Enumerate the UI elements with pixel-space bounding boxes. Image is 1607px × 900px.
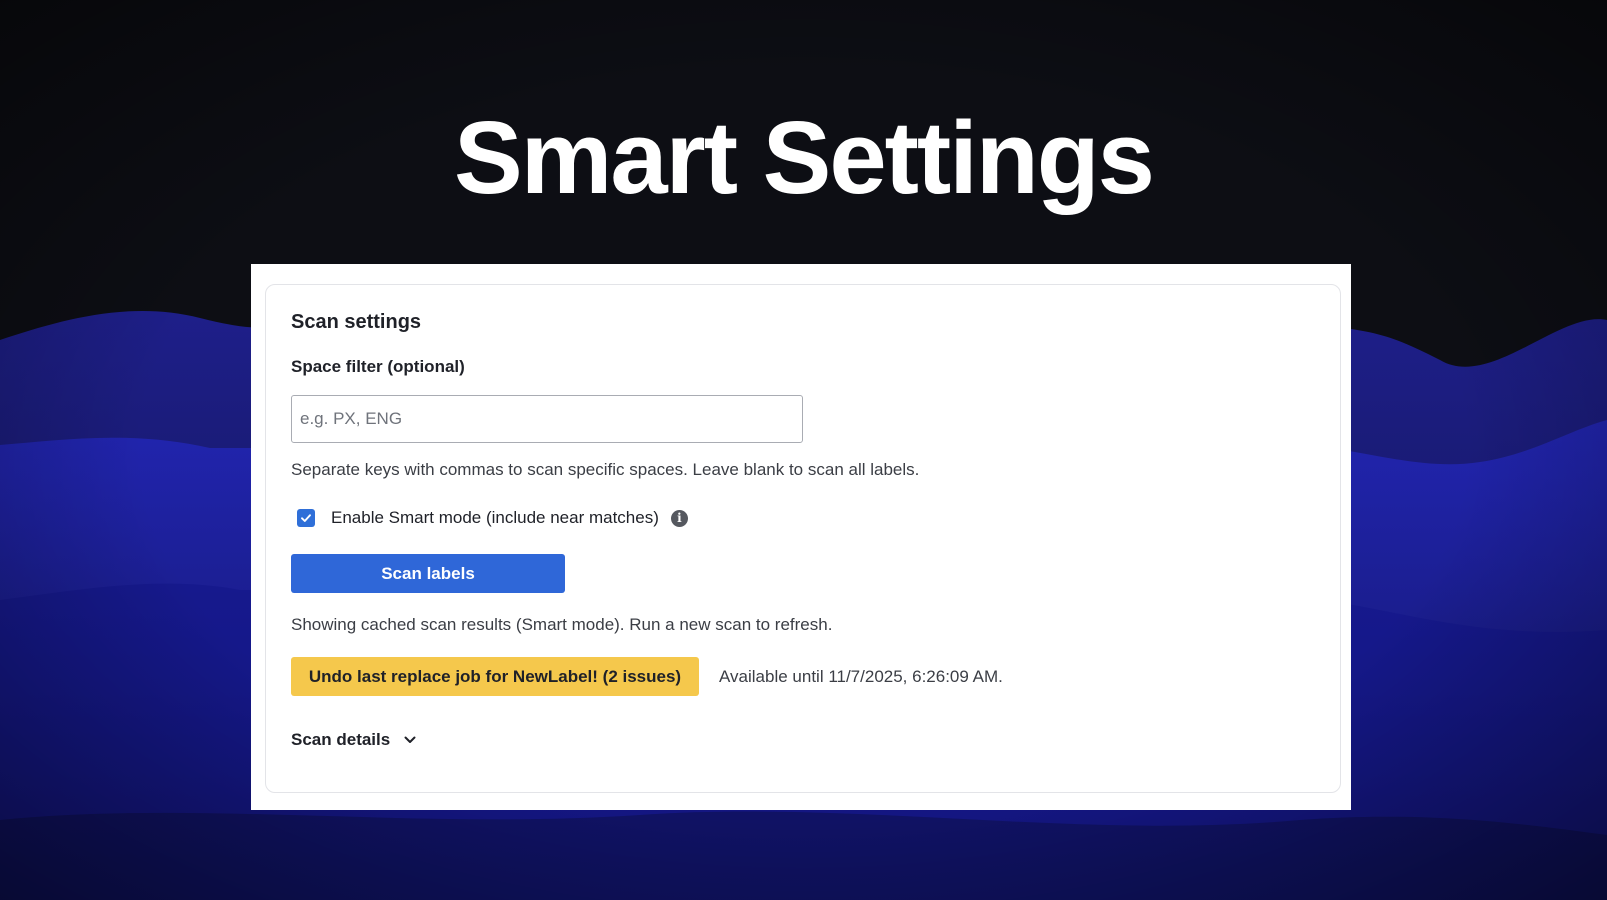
scan-labels-button[interactable]: Scan labels bbox=[291, 554, 565, 593]
chevron-down-icon bbox=[404, 736, 416, 744]
page-title: Smart Settings bbox=[454, 100, 1155, 215]
smart-mode-checkbox[interactable] bbox=[297, 509, 315, 527]
space-filter-input[interactable] bbox=[291, 395, 803, 443]
cached-results-status: Showing cached scan results (Smart mode)… bbox=[291, 615, 833, 634]
info-icon[interactable]: i bbox=[670, 509, 688, 527]
scan-details-label: Scan details bbox=[291, 730, 391, 749]
scan-settings-card: Scan settings Space filter (optional) Se… bbox=[265, 284, 1341, 793]
section-heading: Scan settings bbox=[291, 311, 422, 333]
checkmark-icon bbox=[301, 514, 311, 522]
smart-mode-label: Enable Smart mode (include near matches) bbox=[331, 508, 659, 527]
space-filter-help-text: Separate keys with commas to scan specif… bbox=[291, 460, 920, 479]
space-filter-label: Space filter (optional) bbox=[291, 357, 465, 376]
undo-availability-note: Available until 11/7/2025, 6:26:09 AM. bbox=[719, 667, 1003, 686]
settings-panel: Scan settings Space filter (optional) Se… bbox=[251, 264, 1351, 810]
scan-details-toggle[interactable]: Scan details bbox=[291, 730, 416, 750]
undo-replace-job-button[interactable]: Undo last replace job for NewLabel! (2 i… bbox=[291, 657, 699, 696]
smart-mode-row: Enable Smart mode (include near matches)… bbox=[297, 507, 688, 529]
